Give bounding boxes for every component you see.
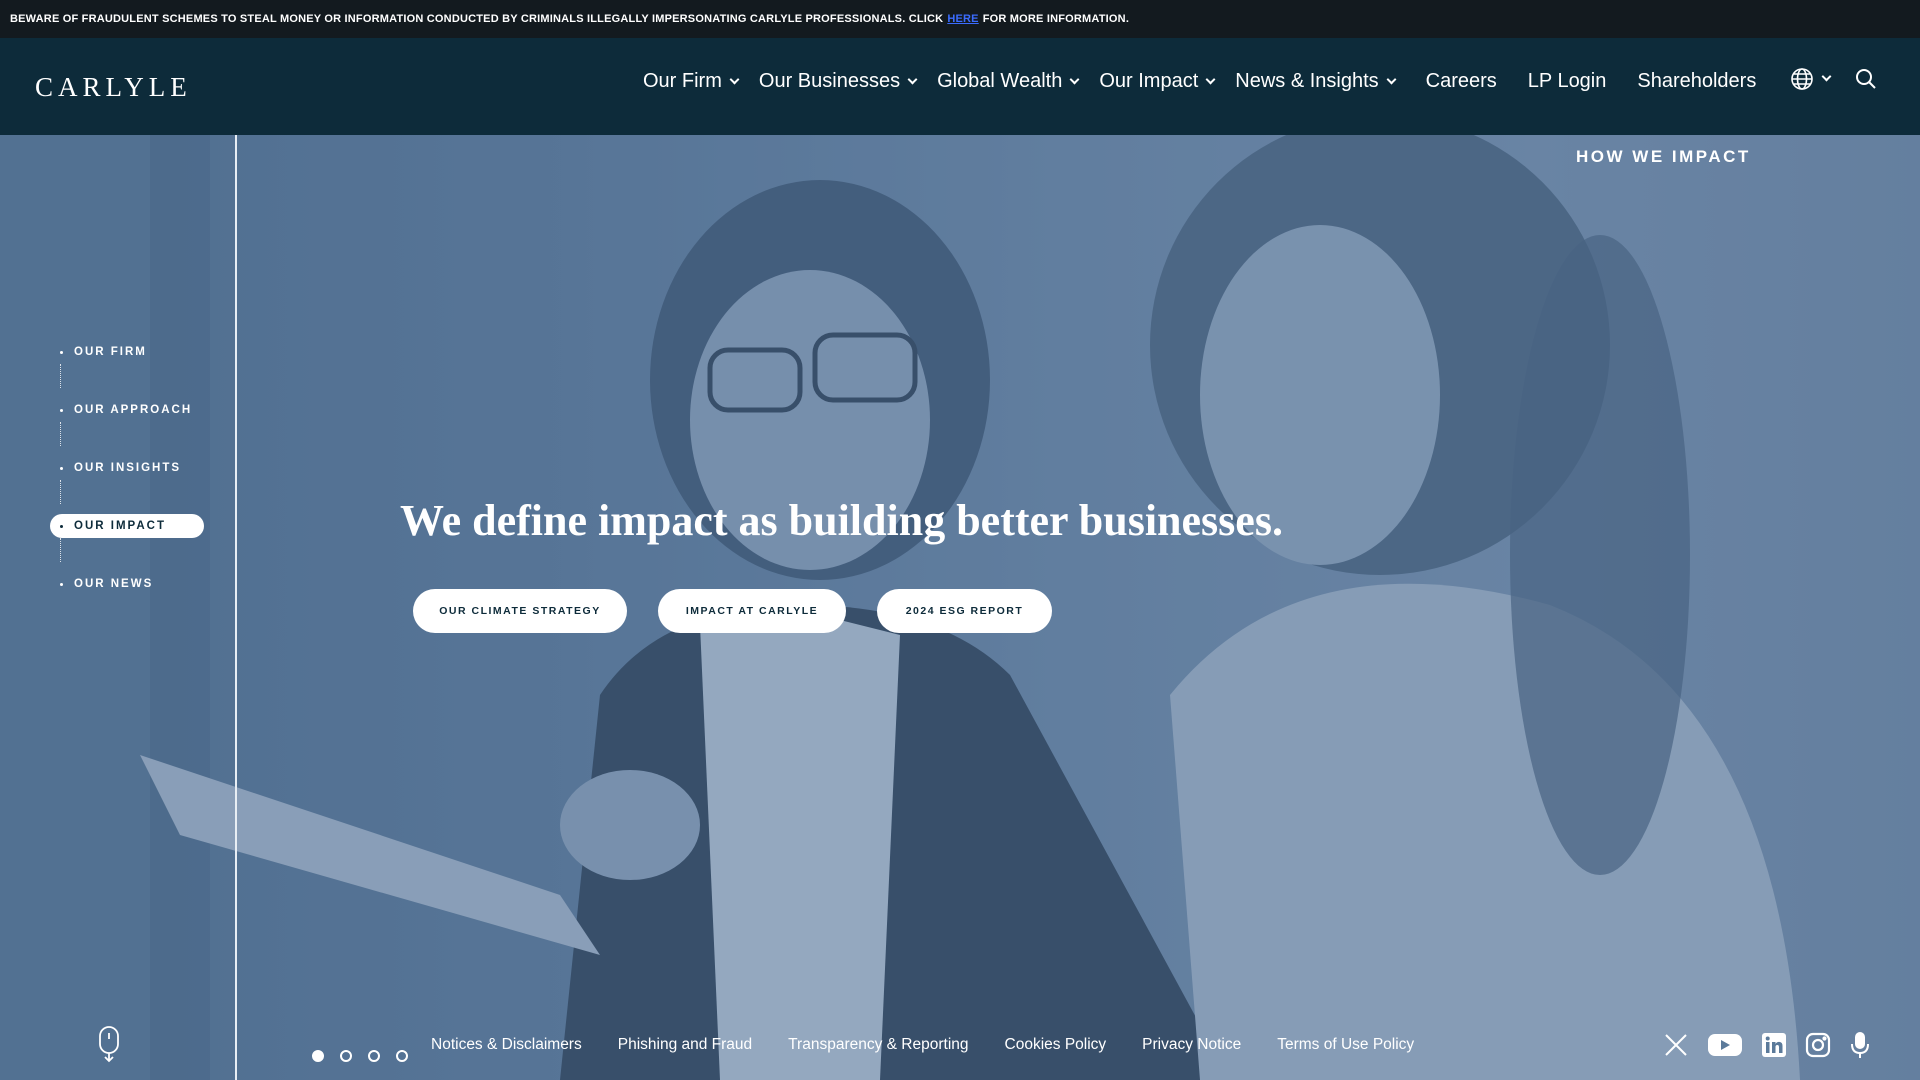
nav-label: Shareholders	[1637, 70, 1757, 92]
carlyle-logo[interactable]: CARLYLE	[35, 72, 192, 103]
social-links	[1663, 1031, 1889, 1059]
nav-label: Careers	[1425, 70, 1497, 92]
bullet-icon	[60, 583, 63, 586]
chevron-down-icon	[1205, 74, 1216, 84]
main-nav: Our Firm Our Businesses Global Wealth Ou…	[643, 70, 1777, 93]
chevron-down-icon	[1821, 71, 1832, 82]
carousel-dot[interactable]	[396, 1050, 408, 1062]
globe-icon	[1791, 68, 1813, 90]
nav-news-insights[interactable]: News & Insights	[1235, 70, 1397, 93]
alert-text: BEWARE OF FRAUDULENT SCHEMES TO STEAL MO…	[10, 13, 944, 25]
side-nav-label: OUR INSIGHTS	[74, 462, 182, 474]
nav-label: Our Impact	[1099, 70, 1199, 92]
nav-shareholders[interactable]: Shareholders	[1637, 70, 1756, 93]
nav-our-firm[interactable]: Our Firm	[643, 70, 740, 93]
chevron-down-icon	[907, 74, 918, 84]
side-nav-label: OUR NEWS	[74, 578, 154, 590]
side-nav-our-insights[interactable]: OUR INSIGHTS	[50, 456, 210, 480]
nav-careers[interactable]: Careers	[1426, 70, 1497, 93]
nav-our-impact[interactable]: Our Impact	[1099, 70, 1216, 93]
impact-at-carlyle-button[interactable]: IMPACT AT CARLYLE	[658, 589, 846, 633]
section-side-nav: OUR FIRM OUR APPROACH OUR INSIGHTS OUR I…	[50, 340, 210, 596]
esg-report-button[interactable]: 2024 ESG REPORT	[877, 589, 1052, 633]
hero-title: We define impact as building better busi…	[400, 496, 1283, 545]
footer-link-phishing[interactable]: Phishing and Fraud	[618, 1036, 752, 1054]
nav-lp-login[interactable]: LP Login	[1528, 70, 1607, 93]
carousel-dot[interactable]	[312, 1050, 324, 1062]
alert-text-end: FOR MORE INFORMATION.	[982, 13, 1130, 25]
chevron-down-icon	[1069, 74, 1080, 84]
nav-label: Global Wealth	[937, 70, 1063, 92]
instagram-icon[interactable]	[1805, 1032, 1831, 1058]
nav-our-businesses[interactable]: Our Businesses	[758, 70, 918, 93]
side-nav-our-approach[interactable]: OUR APPROACH	[50, 398, 210, 422]
nav-label: LP Login	[1527, 70, 1607, 92]
footer-link-notices[interactable]: Notices & Disclaimers	[431, 1036, 582, 1054]
side-nav-label: OUR APPROACH	[74, 404, 193, 416]
chevron-down-icon	[729, 74, 740, 84]
x-icon[interactable]	[1663, 1032, 1689, 1058]
microphone-icon[interactable]	[1849, 1031, 1871, 1059]
side-nav-label: OUR IMPACT	[74, 520, 166, 532]
hero-kicker: HOW WE IMPACT	[1576, 147, 1751, 166]
bullet-icon	[60, 409, 63, 412]
footer-link-transparency[interactable]: Transparency & Reporting	[788, 1036, 968, 1054]
footer-link-cookies[interactable]: Cookies Policy	[1005, 1036, 1107, 1054]
side-nav-our-impact[interactable]: OUR IMPACT	[50, 514, 204, 538]
search-icon[interactable]	[1854, 67, 1878, 91]
scroll-mouse-icon[interactable]	[98, 1025, 120, 1063]
language-selector[interactable]	[1790, 67, 1832, 91]
climate-strategy-button[interactable]: OUR CLIMATE STRATEGY	[413, 589, 627, 633]
side-nav-connector	[60, 422, 61, 446]
alert-here-link[interactable]: HERE	[947, 13, 978, 25]
nav-label: Our Businesses	[758, 70, 901, 92]
nav-global-wealth[interactable]: Global Wealth	[937, 70, 1080, 93]
carousel-dot[interactable]	[340, 1050, 352, 1062]
bullet-icon	[60, 525, 63, 528]
footer-link-terms[interactable]: Terms of Use Policy	[1277, 1036, 1414, 1054]
nav-label: Our Firm	[643, 70, 722, 92]
carousel-dots	[312, 1050, 424, 1062]
site-header: CARLYLE Our Firm Our Businesses Global W…	[0, 38, 1920, 135]
linkedin-icon[interactable]	[1761, 1032, 1787, 1058]
bullet-icon	[60, 351, 63, 354]
side-nav-our-firm[interactable]: OUR FIRM	[50, 340, 210, 364]
side-nav-our-news[interactable]: OUR NEWS	[50, 572, 210, 596]
nav-label: News & Insights	[1235, 70, 1379, 92]
fraud-alert-bar: BEWARE OF FRAUDULENT SCHEMES TO STEAL MO…	[0, 0, 1920, 38]
youtube-icon[interactable]	[1707, 1032, 1743, 1058]
footer-links: Notices & Disclaimers Phishing and Fraud…	[431, 1036, 1450, 1054]
bullet-icon	[60, 467, 63, 470]
carousel-dot[interactable]	[368, 1050, 380, 1062]
vertical-divider	[235, 135, 237, 1080]
side-nav-connector	[60, 538, 61, 562]
side-nav-connector	[60, 364, 61, 388]
side-nav-connector	[60, 480, 61, 504]
side-nav-label: OUR FIRM	[74, 346, 147, 358]
footer-link-privacy[interactable]: Privacy Notice	[1142, 1036, 1241, 1054]
chevron-down-icon	[1386, 74, 1397, 84]
